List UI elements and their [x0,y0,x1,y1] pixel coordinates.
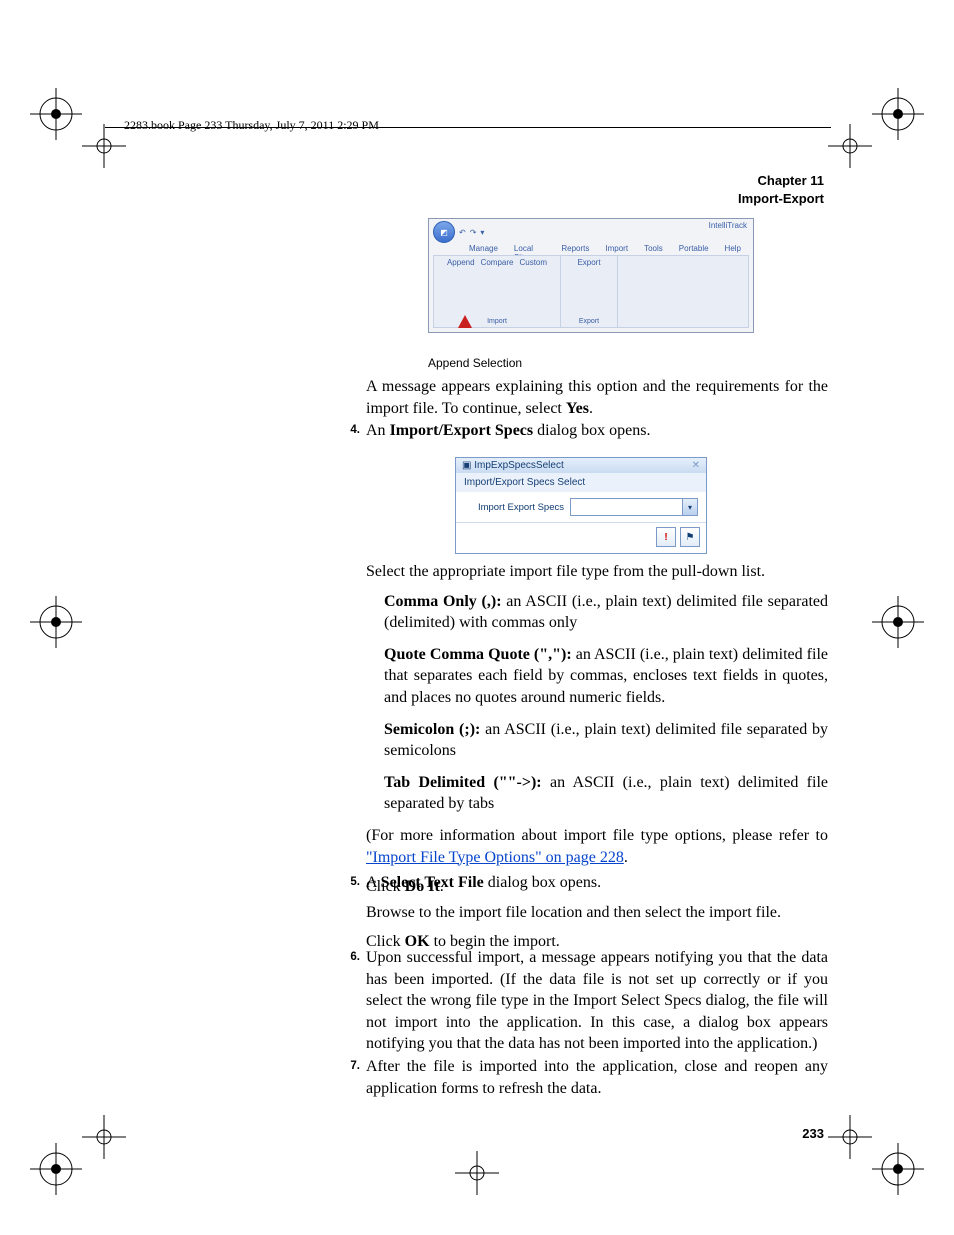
dialog-buttons: ! ⚑ [456,522,706,553]
cross-ref-link[interactable]: "Import File Type Options" on page 228 [366,849,624,866]
ribbon-item: Append [447,258,475,267]
close-button: ⚑ [680,527,700,547]
step-number: 5. [340,876,360,888]
step-number: 7. [340,1060,360,1072]
specs-combo: ▾ [570,498,698,516]
qat-undo-icon: ↶ [459,228,466,237]
step-7-text: After the file is imported into the appl… [366,1056,828,1107]
reg-mark-bot-left-2 [82,1115,126,1159]
reg-mark-mid-right [872,596,924,648]
page-number: 233 [802,1126,824,1141]
body-after-dialog: Select the appropriate import file type … [366,561,828,906]
quick-access-toolbar: ◩ ↶ ↷ ▾ [433,221,484,243]
reg-mark-top-left [30,88,82,140]
reg-mark-mid-left [30,596,82,648]
ribbon-app-title: IntelliTrack [709,221,747,230]
step-6-text: Upon successful import, a message appear… [366,947,828,1063]
dialog-title: ▣ ImpExpSpecsSelect [462,460,564,471]
do-it-button: ! [656,527,676,547]
dialog-heading: Import/Export Specs Select [456,473,706,492]
step-number: 4. [340,424,360,436]
combo-label: Import Export Specs [464,502,564,513]
ribbon-group-import: Append Compare Custom Import [434,256,561,327]
ribbon-group-label: Import [487,318,507,325]
paragraph: A message appears explaining this option… [366,376,828,419]
reg-mark-top-left-2 [82,124,126,168]
dialog-titlebar: ▣ ImpExpSpecsSelect ✕ [456,458,706,473]
ribbon-group-label: Export [579,318,599,325]
dialog-field-row: Import Export Specs ▾ [456,492,706,522]
running-header: 2283.book Page 233 Thursday, July 7, 201… [124,118,379,133]
paragraph: Browse to the import file location and t… [366,902,828,924]
reg-mark-bot-right-2 [828,1115,872,1159]
paragraph: Upon successful import, a message appear… [366,947,828,1055]
figure-caption: Append Selection [428,356,522,370]
reg-mark-top-right-2 [828,124,872,168]
dialog-screenshot: ▣ ImpExpSpecsSelect ✕ Import/Export Spec… [455,457,707,554]
reg-mark-top-right [872,88,924,140]
step-4-text: An Import/Export Specs dialog box opens. [366,420,828,450]
paragraph: An Import/Export Specs dialog box opens. [366,420,828,442]
paragraph: A Select Text File dialog box opens. [366,872,828,894]
body-text-block: A message appears explaining this option… [366,376,828,425]
type-semi: Semicolon (;): an ASCII (i.e., plain tex… [384,719,828,762]
reg-mark-bot-right [872,1143,924,1195]
ribbon-screenshot: ◩ ↶ ↷ ▾ IntelliTrack Manage Local Site S… [428,218,754,333]
reg-mark-bot-center [455,1151,499,1195]
type-tab: Tab Delimited (""->): an ASCII (i.e., pl… [384,772,828,815]
ribbon-item: Export [577,258,600,267]
paragraph: Select the appropriate import file type … [366,561,828,583]
close-icon: ✕ [692,460,700,471]
chapter-heading: Chapter 11 Import-Export [738,172,824,207]
callout-arrow-icon [458,315,472,328]
more-info-paragraph: (For more information about import file … [366,825,828,868]
ribbon-group-export: Export Export [561,256,618,327]
qat-redo-icon: ↷ [470,228,477,237]
chapter-title: Import-Export [738,190,824,208]
paragraph: After the file is imported into the appl… [366,1056,828,1099]
reg-mark-bot-left [30,1143,82,1195]
type-comma: Comma Only (,): an ASCII (i.e., plain te… [384,591,828,634]
chevron-down-icon: ▾ [682,499,697,515]
file-type-list: Comma Only (,): an ASCII (i.e., plain te… [366,591,828,815]
chapter-number: Chapter 11 [738,172,824,190]
step-number: 6. [340,951,360,963]
ribbon-item: Custom [519,258,547,267]
app-orb-icon: ◩ [433,221,455,243]
ribbon-item: Compare [481,258,514,267]
header-rule [105,127,831,128]
qat-dropdown-icon: ▾ [480,228,484,237]
type-qcq: Quote Comma Quote (","): an ASCII (i.e.,… [384,644,828,709]
